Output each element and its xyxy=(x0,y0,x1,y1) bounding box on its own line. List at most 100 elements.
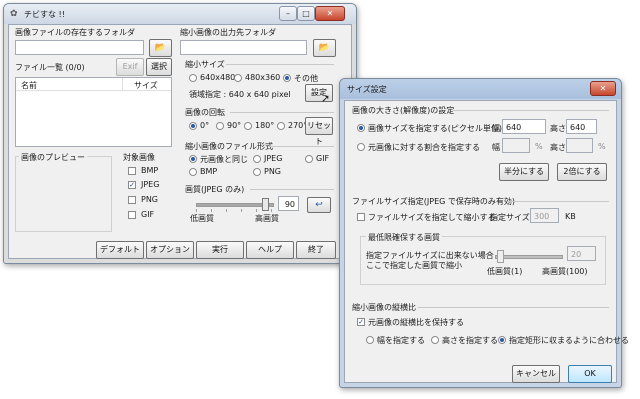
filesize-check-label: ファイルサイズを指定して縮小する xyxy=(368,213,496,222)
exit-button[interactable]: 終了 xyxy=(296,241,336,259)
rotate-0-radio[interactable] xyxy=(189,122,197,130)
rotate-90-label: 90° xyxy=(227,121,242,130)
quality-high-label: 高画質 xyxy=(255,214,279,223)
output-folder-input[interactable] xyxy=(180,40,307,55)
ratio-width-label: 幅 xyxy=(492,143,500,152)
format-gif-label: GIF xyxy=(316,154,330,163)
column-header-size[interactable]: サイズ xyxy=(134,80,158,91)
quality-slider-thumb[interactable] xyxy=(262,198,269,211)
quality-label: 画質(JPEG のみ) xyxy=(185,185,245,194)
target-jpeg-checkbox[interactable]: ✓ xyxy=(128,181,136,189)
rotation-divider xyxy=(230,112,334,113)
quality-undo-button[interactable]: ↩ xyxy=(307,197,331,213)
aspect-height-radio[interactable] xyxy=(431,336,439,344)
close-button[interactable]: ✕ xyxy=(315,6,345,21)
file-list-label: ファイル一覧 (0/0) xyxy=(15,63,85,72)
format-jpeg-radio[interactable] xyxy=(253,155,261,163)
target-gif-checkbox[interactable] xyxy=(128,211,136,219)
double-button[interactable]: 2倍にする xyxy=(557,163,607,181)
filesize-checkbox[interactable] xyxy=(357,213,365,221)
file-list[interactable]: 名前 サイズ xyxy=(15,77,172,147)
column-header-name[interactable]: 名前 xyxy=(21,80,37,91)
dialog-close-button[interactable]: ✕ xyxy=(590,81,616,96)
filesize-input[interactable]: 300 xyxy=(530,208,559,223)
dialog-titlebar[interactable]: サイズ設定 ✕ xyxy=(340,79,621,99)
options-button[interactable]: オプション xyxy=(146,241,194,259)
target-jpeg-label: JPEG xyxy=(141,180,160,189)
size-480x360-radio[interactable] xyxy=(234,74,242,82)
exif-button[interactable]: Exif xyxy=(116,58,144,76)
height-input[interactable]: 640 xyxy=(566,119,597,134)
preview-group xyxy=(15,156,112,232)
filesize-section-label: ファイルサイズ指定(JPEG で保存時のみ有効) xyxy=(352,197,515,206)
rotate-180-label: 180° xyxy=(255,121,275,130)
pixel-size-label: 画像サイズを指定する(ピクセル単位) xyxy=(368,124,503,133)
aspect-fit-label: 指定矩形に収まるように合わせる xyxy=(509,336,629,345)
rotate-270-radio[interactable] xyxy=(277,122,285,130)
ratio-radio[interactable] xyxy=(357,143,365,151)
size-section-label: 画像の大きさ(解像度)の設定 xyxy=(352,106,455,115)
min-quality-low-label: 低画質(1) xyxy=(487,267,523,276)
half-button[interactable]: 半分にする xyxy=(499,163,549,181)
format-bmp-label: BMP xyxy=(200,167,218,176)
aspect-fit-radio[interactable] xyxy=(498,336,506,344)
format-bmp-radio[interactable] xyxy=(189,168,197,176)
default-button[interactable]: デフォルト xyxy=(96,241,144,259)
size-640x480-radio[interactable] xyxy=(189,74,197,82)
min-quality-note-2: ここで指定した画質で縮小 xyxy=(366,261,462,270)
width-label: 幅 xyxy=(492,124,500,133)
cancel-button[interactable]: キャンセル xyxy=(512,365,560,383)
quality-value-input[interactable]: 90 xyxy=(278,196,299,211)
format-gif-radio[interactable] xyxy=(305,155,313,163)
target-bmp-label: BMP xyxy=(141,166,159,175)
min-quality-slider-thumb[interactable] xyxy=(497,250,504,263)
width-input[interactable]: 640 xyxy=(502,119,546,134)
output-folder-browse-button[interactable]: 📂 xyxy=(313,39,336,57)
rotate-180-radio[interactable] xyxy=(244,122,252,130)
ratio-label: 元画像に対する割合を指定する xyxy=(368,143,480,152)
size-section-divider xyxy=(453,110,609,111)
aspect-checkbox[interactable]: ✓ xyxy=(357,318,365,326)
minimize-button[interactable]: – xyxy=(279,6,297,21)
source-folder-browse-button[interactable]: 📂 xyxy=(149,39,172,57)
quality-divider xyxy=(250,189,334,190)
rotate-90-radio[interactable] xyxy=(216,122,224,130)
source-folder-input[interactable] xyxy=(15,40,144,55)
format-same-radio[interactable] xyxy=(189,155,197,163)
min-quality-slider-track xyxy=(495,255,563,259)
rotation-reset-button[interactable]: リセット xyxy=(305,117,333,146)
aspect-width-radio[interactable] xyxy=(366,336,374,344)
rotate-0-label: 0° xyxy=(200,121,210,130)
filesize-section-divider xyxy=(507,201,609,202)
pixel-size-radio[interactable] xyxy=(357,124,365,132)
ok-button[interactable]: OK xyxy=(568,365,612,383)
target-png-checkbox[interactable] xyxy=(128,196,136,204)
quality-slider-tick xyxy=(271,209,272,212)
aspect-height-label: 高さを指定する xyxy=(442,336,498,345)
format-jpeg-label: JPEG xyxy=(264,154,283,163)
select-button[interactable]: 選択 xyxy=(146,58,172,76)
size-other-radio[interactable] xyxy=(283,74,291,82)
resize-divider xyxy=(226,64,334,65)
target-png-label: PNG xyxy=(141,195,159,204)
format-png-label: PNG xyxy=(264,167,282,176)
ratio-width-input[interactable] xyxy=(502,138,530,153)
undo-arrow-icon: ↩ xyxy=(315,200,323,210)
preview-label: 画像のプレビュー xyxy=(19,152,87,163)
main-titlebar[interactable]: ✿ チビすな !! – □ ✕ xyxy=(4,4,356,24)
filesize-spec-label: 指定サイズ xyxy=(490,213,530,222)
source-folder-label: 画像ファイルの存在するフォルダ xyxy=(15,28,135,37)
resize-label: 縮小サイズ xyxy=(185,60,225,69)
maximize-button[interactable]: □ xyxy=(297,6,315,21)
min-quality-input[interactable]: 20 xyxy=(567,246,596,261)
format-png-radio[interactable] xyxy=(253,168,261,176)
format-same-label: 元画像と同じ xyxy=(200,155,248,164)
help-button[interactable]: ヘルプ xyxy=(246,241,294,259)
quality-slider-tick xyxy=(226,209,227,212)
quality-slider-tick xyxy=(196,209,197,212)
target-bmp-checkbox[interactable] xyxy=(128,167,136,175)
ratio-height-input[interactable] xyxy=(566,138,593,153)
execute-button[interactable]: 実行 xyxy=(196,241,244,259)
column-divider xyxy=(122,78,123,90)
min-quality-high-label: 高画質(100) xyxy=(542,267,588,276)
